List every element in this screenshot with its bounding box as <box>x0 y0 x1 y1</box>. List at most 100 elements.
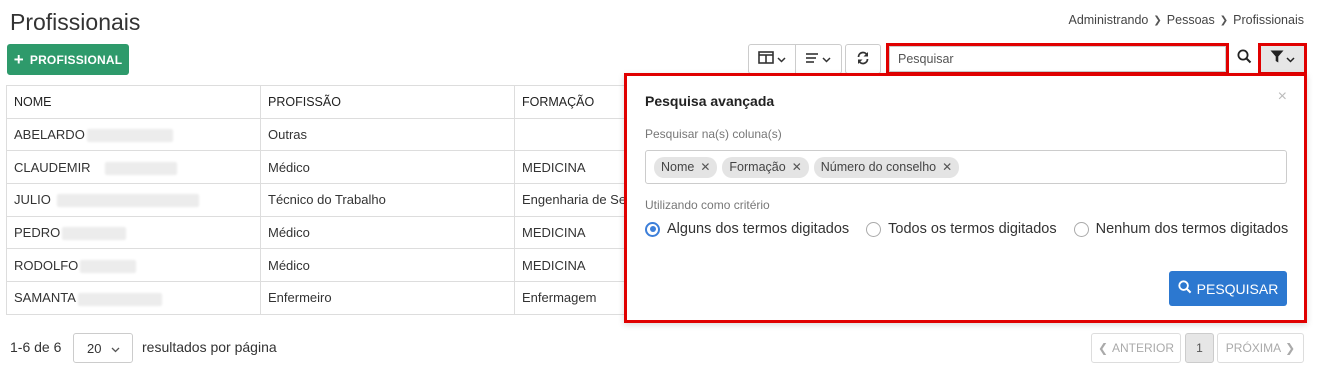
criteria-radio-group: Alguns dos termos digitados Todos os ter… <box>645 221 1288 237</box>
page-number-label: 1 <box>1196 341 1203 355</box>
filter-icon <box>1270 50 1284 68</box>
cell-formacao: MEDICINA <box>514 150 635 185</box>
cell-nome: CLAUDEMIR <box>6 150 261 185</box>
columns-label: Pesquisar na(s) coluna(s) <box>645 127 782 141</box>
cell-profissao: Médico <box>260 248 515 283</box>
radio-label: Nenhum dos termos digitados <box>1095 221 1289 237</box>
chevron-down-icon <box>822 52 832 66</box>
search-icon <box>1178 280 1192 297</box>
remove-tag-icon[interactable]: ✕ <box>942 160 952 174</box>
pesquisar-button[interactable]: PESQUISAR <box>1169 271 1287 306</box>
column-header-formacao[interactable]: FORMAÇÃO <box>514 85 635 119</box>
redacted-surname <box>80 259 137 273</box>
search-input-wrapper <box>886 43 1229 75</box>
chevron-down-icon <box>111 341 120 356</box>
advanced-filter-button[interactable] <box>1258 43 1307 75</box>
columns-toggle-button[interactable] <box>749 45 795 73</box>
column-header-nome[interactable]: NOME <box>6 85 261 119</box>
nome-text: SAMANTA <box>14 290 76 306</box>
redacted-surname <box>56 194 199 208</box>
table-row[interactable]: CLAUDEMIR Médico MEDICINA <box>6 150 635 185</box>
table-row[interactable]: PEDRO Médico MEDICINA <box>6 215 635 250</box>
list-options-button[interactable] <box>794 45 841 73</box>
next-page-label: PRÓXIMA <box>1225 341 1282 355</box>
cell-formacao <box>514 117 635 152</box>
table-row[interactable]: ABELARDO Outras <box>6 117 635 152</box>
refresh-group <box>845 44 881 74</box>
close-icon[interactable]: × <box>1278 88 1287 106</box>
cell-profissao: Enfermeiro <box>260 281 515 315</box>
table-row[interactable]: JULIO Técnico do Trabalho Engenharia de … <box>6 183 635 217</box>
nome-text: RODOLFO <box>14 257 79 273</box>
criteria-radio-todos[interactable]: Todos os termos digitados <box>866 221 1057 237</box>
cell-nome: ABELARDO <box>6 117 261 152</box>
cell-profissao: Médico <box>260 215 515 250</box>
add-profissional-label: PROFISSIONAL <box>29 52 123 67</box>
table-row[interactable]: RODOLFO Médico MEDICINA <box>6 248 635 283</box>
cell-profissao: Outras <box>260 117 515 152</box>
breadcrumb-item: Profissionais <box>1233 13 1304 27</box>
page-number-button[interactable]: 1 <box>1185 333 1214 363</box>
cell-nome: PEDRO <box>6 215 261 250</box>
cell-profissao: Médico <box>260 150 515 185</box>
next-page-button[interactable]: PRÓXIMA ❯ <box>1217 333 1304 363</box>
page-title: Profissionais <box>10 9 141 35</box>
search-input[interactable] <box>889 46 1226 72</box>
tag-label: Número do conselho <box>820 160 937 174</box>
pagination-info: 1-6 de 6 <box>10 339 62 355</box>
refresh-button[interactable] <box>846 45 880 73</box>
table-header-row: NOME PROFISSÃO FORMAÇÃO <box>6 85 635 119</box>
column-tag-nome: Nome ✕ <box>654 156 718 178</box>
radio-checked-icon <box>645 221 660 237</box>
criteria-radio-alguns[interactable]: Alguns dos termos digitados <box>645 221 849 237</box>
breadcrumb-item[interactable]: Administrando <box>1068 13 1148 27</box>
chevron-right-icon: ❯ <box>1219 14 1229 26</box>
criteria-label: Utilizando como critério <box>645 198 770 212</box>
refresh-icon <box>856 51 870 68</box>
cell-formacao: MEDICINA <box>514 215 635 250</box>
nome-text: JULIO <box>14 192 51 208</box>
breadcrumb-item[interactable]: Pessoas <box>1167 13 1215 27</box>
tag-label: Formação <box>729 160 786 174</box>
chevron-right-icon: ❯ <box>1285 341 1296 355</box>
plus-icon: + <box>13 50 24 69</box>
radio-label: Todos os termos digitados <box>888 221 1057 237</box>
cell-profissao: Técnico do Trabalho <box>260 183 515 217</box>
search-button[interactable] <box>1230 45 1258 73</box>
page-size-select[interactable]: 20 <box>73 333 133 363</box>
redacted-surname <box>62 227 127 241</box>
pesquisar-label: PESQUISAR <box>1196 280 1279 297</box>
cell-nome: SAMANTA <box>6 281 261 315</box>
columns-icon <box>758 51 774 67</box>
column-tag-numero-conselho: Número do conselho ✕ <box>813 156 960 178</box>
page-size-label: resultados por página <box>142 339 277 355</box>
chevron-down-icon <box>777 52 786 66</box>
radio-unchecked-icon <box>866 221 882 237</box>
remove-tag-icon[interactable]: ✕ <box>792 160 802 174</box>
chevron-left-icon: ❮ <box>1097 341 1109 355</box>
list-icon <box>805 52 819 67</box>
radio-label: Alguns dos termos digitados <box>667 221 850 237</box>
chevron-right-icon: ❯ <box>1153 14 1162 26</box>
previous-page-button[interactable]: ❮ ANTERIOR <box>1091 333 1181 363</box>
criteria-radio-nenhum[interactable]: Nenhum dos termos digitados <box>1073 221 1289 237</box>
chevron-down-icon <box>1286 50 1295 68</box>
redacted-surname <box>104 161 177 175</box>
columns-multiselect[interactable]: Nome ✕ Formação ✕ Número do conselho ✕ <box>645 150 1287 184</box>
advanced-search-panel: Pesquisa avançada × Pesquisar na(s) colu… <box>624 73 1307 323</box>
redacted-surname <box>86 129 173 143</box>
tag-label: Nome <box>661 160 695 174</box>
cell-formacao: MEDICINA <box>514 248 635 283</box>
remove-tag-icon[interactable]: ✕ <box>700 160 710 174</box>
cell-nome: RODOLFO <box>6 248 261 283</box>
advanced-search-title: Pesquisa avançada <box>645 93 775 109</box>
add-profissional-button[interactable]: + PROFISSIONAL <box>7 44 129 75</box>
cell-formacao: Engenharia de Se <box>514 183 635 217</box>
table-row[interactable]: SAMANTA Enfermeiro Enfermagem <box>6 281 635 315</box>
profissionais-table: NOME PROFISSÃO FORMAÇÃO ABELARDO Outras … <box>6 85 635 315</box>
column-header-profissao[interactable]: PROFISSÃO <box>260 85 515 119</box>
view-options-group <box>748 44 842 74</box>
radio-unchecked-icon <box>1073 221 1089 237</box>
column-tag-formacao: Formação ✕ <box>722 156 809 178</box>
nome-text: CLAUDEMIR <box>14 159 91 175</box>
